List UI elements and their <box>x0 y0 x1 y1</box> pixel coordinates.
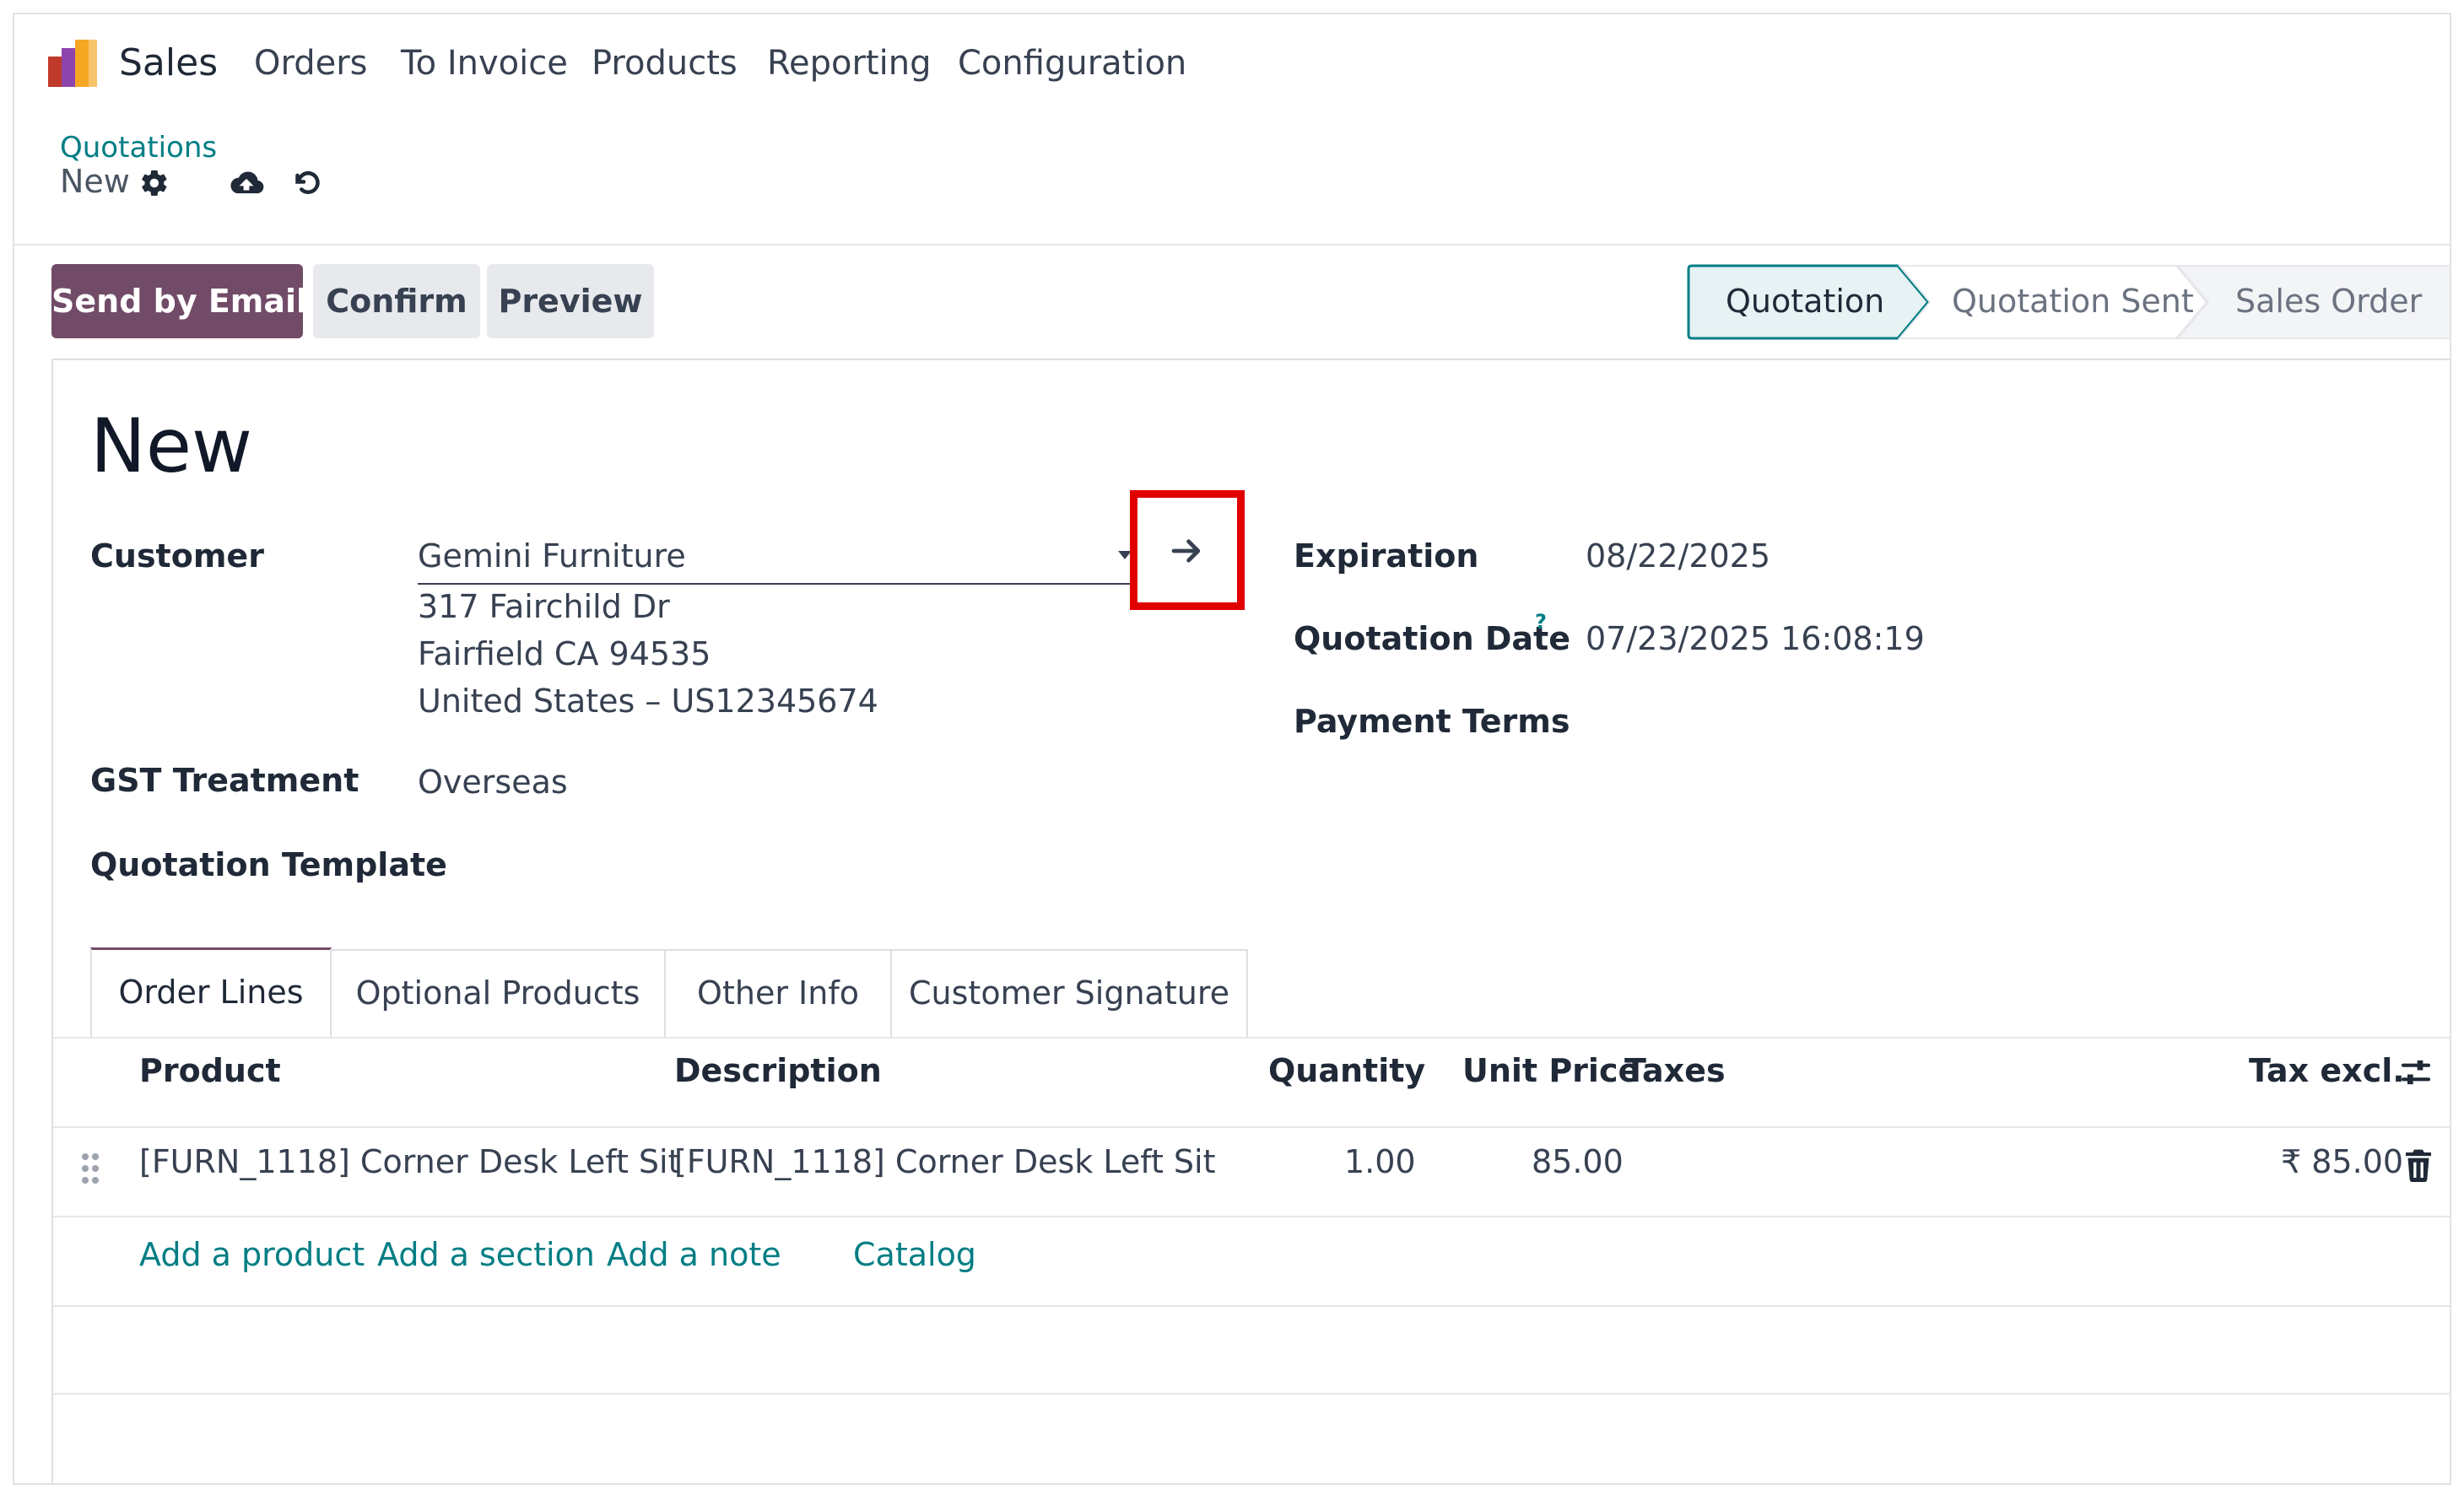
address-line-1: 317 Fairchild Dr <box>418 588 670 625</box>
nav-products[interactable]: Products <box>592 40 738 87</box>
empty-row-divider <box>53 1393 2450 1395</box>
quotation-template-label: Quotation Template <box>90 846 447 883</box>
expiration-label: Expiration <box>1294 537 1479 575</box>
nav-app-name[interactable]: Sales <box>119 40 218 87</box>
stage-sales-order[interactable]: Sales Order <box>2235 264 2422 338</box>
breadcrumb-current: New <box>60 163 130 200</box>
tab-order-lines[interactable]: Order Lines <box>90 947 332 1037</box>
row-product[interactable]: [FURN_1118] Corner Desk Left Sit <box>139 1143 681 1180</box>
tab-customer-signature[interactable]: Customer Signature <box>890 949 1248 1039</box>
row-quantity[interactable]: 1.00 <box>1344 1143 1416 1180</box>
breadcrumb-quotations[interactable]: Quotations <box>60 131 217 165</box>
help-tooltip-icon[interactable]: ? <box>1535 610 1547 634</box>
highlight-box <box>1130 490 1245 610</box>
row-divider <box>53 1216 2450 1217</box>
trash-icon[interactable] <box>2404 1148 2433 1185</box>
column-quantity[interactable]: Quantity <box>1268 1052 1425 1089</box>
payment-terms-field[interactable] <box>1586 703 2261 745</box>
payment-terms-label: Payment Terms <box>1294 703 1570 740</box>
add-product-link[interactable]: Add a product <box>139 1236 365 1273</box>
quotation-template-field[interactable] <box>418 846 1118 888</box>
add-section-link[interactable]: Add a section <box>377 1236 595 1273</box>
nav-orders[interactable]: Orders <box>254 40 368 87</box>
send-by-email-button[interactable]: Send by Email <box>51 264 307 338</box>
add-note-link[interactable]: Add a note <box>607 1236 781 1273</box>
stage-quotation[interactable]: Quotation <box>1726 264 1884 338</box>
tabs-divider <box>53 1037 2450 1039</box>
gear-icon[interactable] <box>138 166 171 200</box>
address-line-2: Fairfield CA 94535 <box>418 635 711 672</box>
customer-label: Customer <box>90 537 264 575</box>
control-panel-divider <box>14 244 2450 246</box>
app-window: Sales Orders To Invoice Products Reporti… <box>13 13 2451 1485</box>
nav-reporting[interactable]: Reporting <box>767 40 931 87</box>
sliders-icon[interactable] <box>2399 1055 2433 1093</box>
address-line-3: United States – US12345674 <box>418 683 878 720</box>
table-header-divider <box>53 1126 2450 1128</box>
column-description[interactable]: Description <box>674 1052 882 1089</box>
stage-quotation-sent[interactable]: Quotation Sent <box>1952 264 2194 338</box>
quotation-date-field[interactable]: 07/23/2025 16:08:19 <box>1586 620 1925 657</box>
row-description[interactable]: [FURN_1118] Corner Desk Left Sit <box>674 1143 1216 1180</box>
quotation-date-label: Quotation Date <box>1294 620 1570 657</box>
nav-to-invoice[interactable]: To Invoice <box>401 40 568 87</box>
tab-other-info[interactable]: Other Info <box>664 949 892 1039</box>
column-tax-excl[interactable]: Tax excl. <box>2249 1052 2405 1089</box>
nav-configuration[interactable]: Configuration <box>958 40 1186 87</box>
customer-field-underline <box>418 583 1137 585</box>
form-sheet: New Customer Gemini Furniture 317 Fairch… <box>51 359 2450 1483</box>
row-subtotal: ₹ 85.00 <box>2281 1143 2404 1180</box>
preview-button[interactable]: Preview <box>487 264 654 338</box>
sales-app-logo[interactable] <box>46 38 100 89</box>
actions-divider <box>53 1305 2450 1307</box>
catalog-link[interactable]: Catalog <box>853 1236 976 1273</box>
top-navbar: Sales Orders To Invoice Products Reporti… <box>14 14 2450 107</box>
column-unit-price[interactable]: Unit Price <box>1462 1052 1640 1089</box>
row-unit-price[interactable]: 85.00 <box>1532 1143 1624 1180</box>
customer-field[interactable]: Gemini Furniture <box>418 537 686 575</box>
column-taxes[interactable]: Taxes <box>1624 1052 1726 1089</box>
tab-optional-products[interactable]: Optional Products <box>330 949 666 1039</box>
column-product[interactable]: Product <box>139 1052 281 1089</box>
gst-treatment-label: GST Treatment <box>90 762 359 799</box>
gst-treatment-field[interactable]: Overseas <box>418 764 568 801</box>
undo-icon[interactable] <box>289 166 323 200</box>
expiration-field[interactable]: 08/22/2025 <box>1586 537 1770 575</box>
drag-handle-icon[interactable] <box>80 1152 100 1189</box>
confirm-button[interactable]: Confirm <box>313 264 480 338</box>
record-title: New <box>90 402 252 489</box>
cloud-upload-icon[interactable] <box>227 166 266 200</box>
